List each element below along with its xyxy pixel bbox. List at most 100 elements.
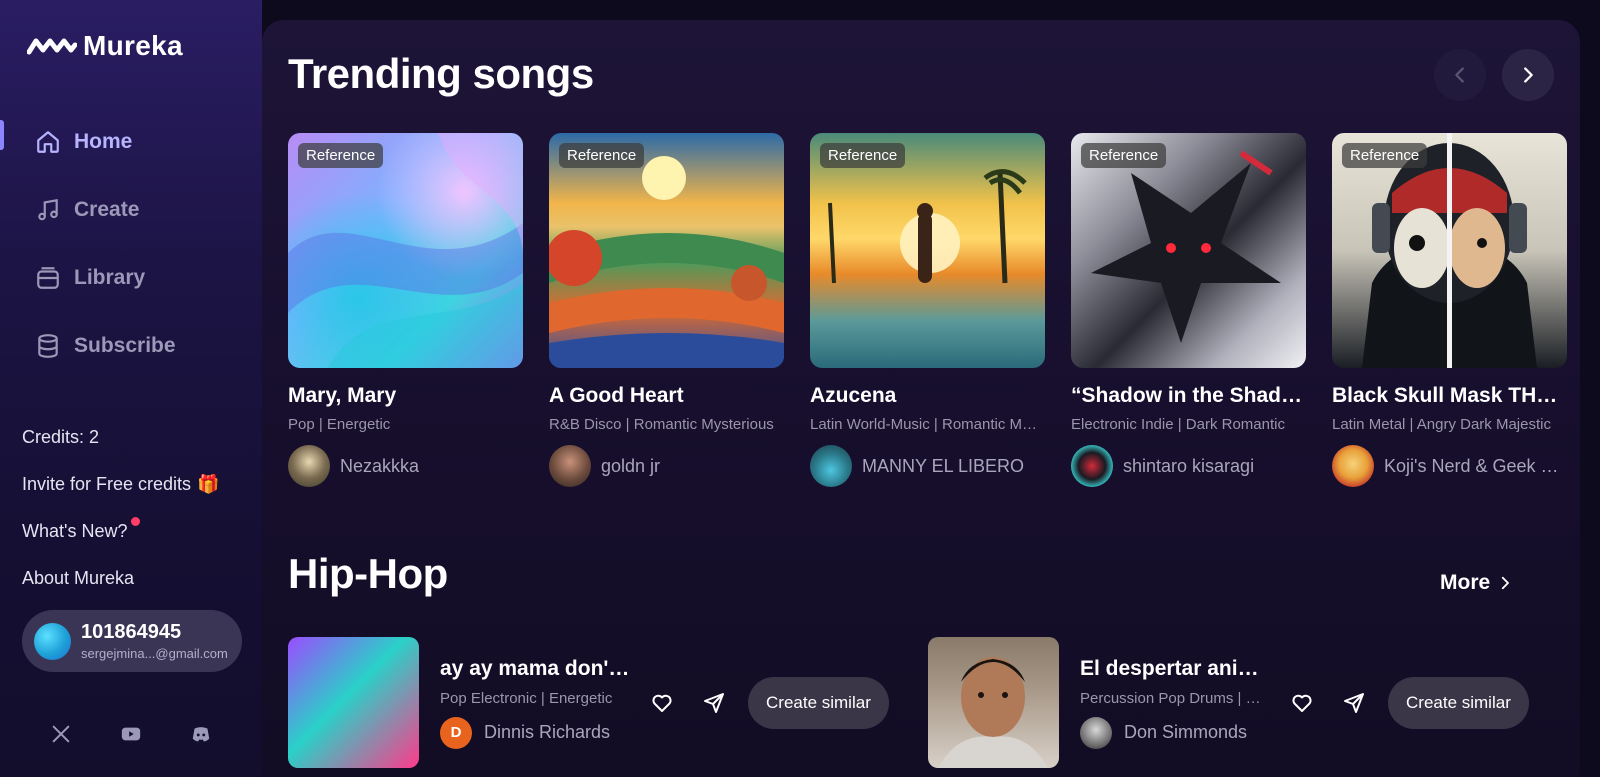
trending-title: Trending songs (288, 50, 594, 97)
avatar (288, 445, 330, 487)
sidebar: Mureka Home Create Library Subscribe Cre… (0, 0, 262, 777)
share-button[interactable] (1336, 685, 1372, 721)
avatar (34, 622, 71, 660)
whats-new-label: What's New? (22, 521, 128, 541)
logo[interactable]: Mureka (27, 30, 183, 62)
music-note-icon (34, 196, 62, 224)
discord-icon[interactable] (190, 723, 212, 750)
more-label: More (1440, 571, 1491, 594)
side-links: Credits: 2 Invite for Free credits 🎁 Wha… (22, 414, 219, 602)
invite-label: Invite for Free credits (22, 474, 192, 494)
nav-label-create: Create (74, 198, 140, 221)
nav-item-subscribe[interactable]: Subscribe (0, 312, 262, 380)
song-card[interactable]: Reference Azucena Latin World-Music | Ro… (810, 133, 1045, 487)
sunset-art (828, 169, 1027, 284)
abstract-art (288, 133, 523, 368)
reference-badge: Reference (1081, 143, 1167, 168)
heart-icon (652, 694, 672, 712)
avatar (810, 445, 852, 487)
nav-label-subscribe: Subscribe (74, 334, 176, 357)
reference-badge: Reference (820, 143, 906, 168)
heart-icon (1292, 694, 1312, 712)
song-title[interactable]: Mary, Mary (288, 384, 523, 408)
database-icon (34, 332, 62, 360)
send-icon (1344, 692, 1364, 713)
library-icon (34, 264, 62, 292)
song-title[interactable]: El despertar animal (1080, 657, 1270, 681)
send-icon (704, 692, 724, 713)
artist-name: goldn jr (601, 455, 661, 476)
artist-name: shintaro kisaragi (1123, 455, 1255, 476)
cover-image[interactable]: Reference (1332, 133, 1567, 368)
cover-image[interactable]: Reference (810, 133, 1045, 368)
whats-new-link[interactable]: What's New? (22, 508, 219, 555)
nav-label-home: Home (74, 130, 133, 153)
list-item[interactable]: El despertar animal Percussion Pop Drums… (928, 637, 1529, 768)
artist[interactable]: D Dinnis Richards (440, 716, 630, 749)
carousel-prev-button[interactable] (1434, 49, 1486, 101)
song-tags: Pop | Energetic (288, 416, 391, 433)
cover-image[interactable]: Reference (1071, 133, 1306, 368)
trending-carousel: Reference Mary, Mary Pop | Energetic Nez… (288, 133, 1567, 487)
avatar (1332, 445, 1374, 487)
nav-item-create[interactable]: Create (0, 176, 262, 244)
account-email: sergejmina...@gmail.com (81, 646, 228, 661)
song-title[interactable]: A Good Heart (549, 384, 784, 408)
artist[interactable]: Don Simmonds (1080, 716, 1270, 749)
nav-item-home[interactable]: Home (0, 108, 262, 176)
landscape-art (549, 156, 784, 368)
avatar (549, 445, 591, 487)
song-tags: Electronic Indie | Dark Romantic (1071, 416, 1285, 433)
artist[interactable]: Nezakkka (288, 445, 523, 487)
invite-link[interactable]: Invite for Free credits 🎁 (22, 461, 219, 508)
reference-badge: Reference (1342, 143, 1428, 168)
song-tags: Latin Metal | Angry Dark Majestic (1332, 416, 1551, 433)
main-panel: Trending songs Reference Mary, Mary Pop … (262, 20, 1580, 777)
notification-dot (131, 517, 140, 526)
app-name: Mureka (83, 30, 183, 61)
main-nav: Home Create Library Subscribe (0, 108, 262, 380)
song-title[interactable]: ay ay mama don't stop (440, 657, 630, 681)
account-card[interactable]: 101864945 sergejmina...@gmail.com (22, 610, 242, 672)
song-title[interactable]: “Shadow in the Shadows” (1071, 384, 1306, 408)
list-item[interactable]: ay ay mama don't stop Pop Electronic | E… (288, 637, 889, 768)
reference-badge: Reference (298, 143, 384, 168)
chevron-left-icon (1455, 67, 1464, 83)
artist[interactable]: goldn jr (549, 445, 784, 487)
nav-label-library: Library (74, 266, 146, 289)
account-id: 101864945 (81, 621, 182, 643)
carousel-next-button[interactable] (1502, 49, 1554, 101)
song-tags: Latin World-Music | Romantic Melancholic (810, 416, 1045, 433)
chevron-right-icon (1524, 67, 1533, 83)
song-card[interactable]: Reference Black Skull Mask THE HERO Lati… (1332, 133, 1567, 487)
create-similar-button[interactable]: Create similar (748, 676, 889, 729)
skull-mask-art (1362, 133, 1537, 368)
cover-image[interactable]: Reference (288, 133, 523, 368)
like-button[interactable] (1284, 685, 1320, 721)
chevron-right-icon (1502, 576, 1510, 590)
artist[interactable]: MANNY EL LIBERO (810, 445, 1045, 487)
share-button[interactable] (696, 685, 732, 721)
song-title[interactable]: Azucena (810, 384, 1045, 408)
avatar (1071, 445, 1113, 487)
song-title[interactable]: Black Skull Mask THE HERO (1332, 384, 1567, 408)
nav-item-library[interactable]: Library (0, 244, 262, 312)
cover-image[interactable] (288, 637, 419, 768)
cover-image[interactable]: Reference (549, 133, 784, 368)
avatar: D (440, 716, 472, 749)
like-button[interactable] (644, 685, 680, 721)
x-icon[interactable] (50, 723, 72, 750)
song-card[interactable]: Reference A Good Heart R&B Disco | Roman… (549, 133, 784, 487)
song-card[interactable]: Reference “Shadow in the Shadows” Electr… (1071, 133, 1306, 487)
portrait-photo (938, 657, 1048, 768)
about-link[interactable]: About Mureka (22, 555, 219, 602)
song-tags: Pop Electronic | Energetic (440, 689, 613, 707)
artist[interactable]: shintaro kisaragi (1071, 445, 1306, 487)
artist[interactable]: Koji's Nerd & Geek World (1332, 445, 1567, 487)
youtube-icon[interactable] (120, 723, 142, 750)
create-similar-button[interactable]: Create similar (1388, 676, 1529, 729)
song-card[interactable]: Reference Mary, Mary Pop | Energetic Nez… (288, 133, 523, 487)
more-link[interactable]: More (1440, 571, 1514, 595)
artist-name: Nezakkka (340, 455, 420, 476)
cover-image[interactable] (928, 637, 1059, 768)
